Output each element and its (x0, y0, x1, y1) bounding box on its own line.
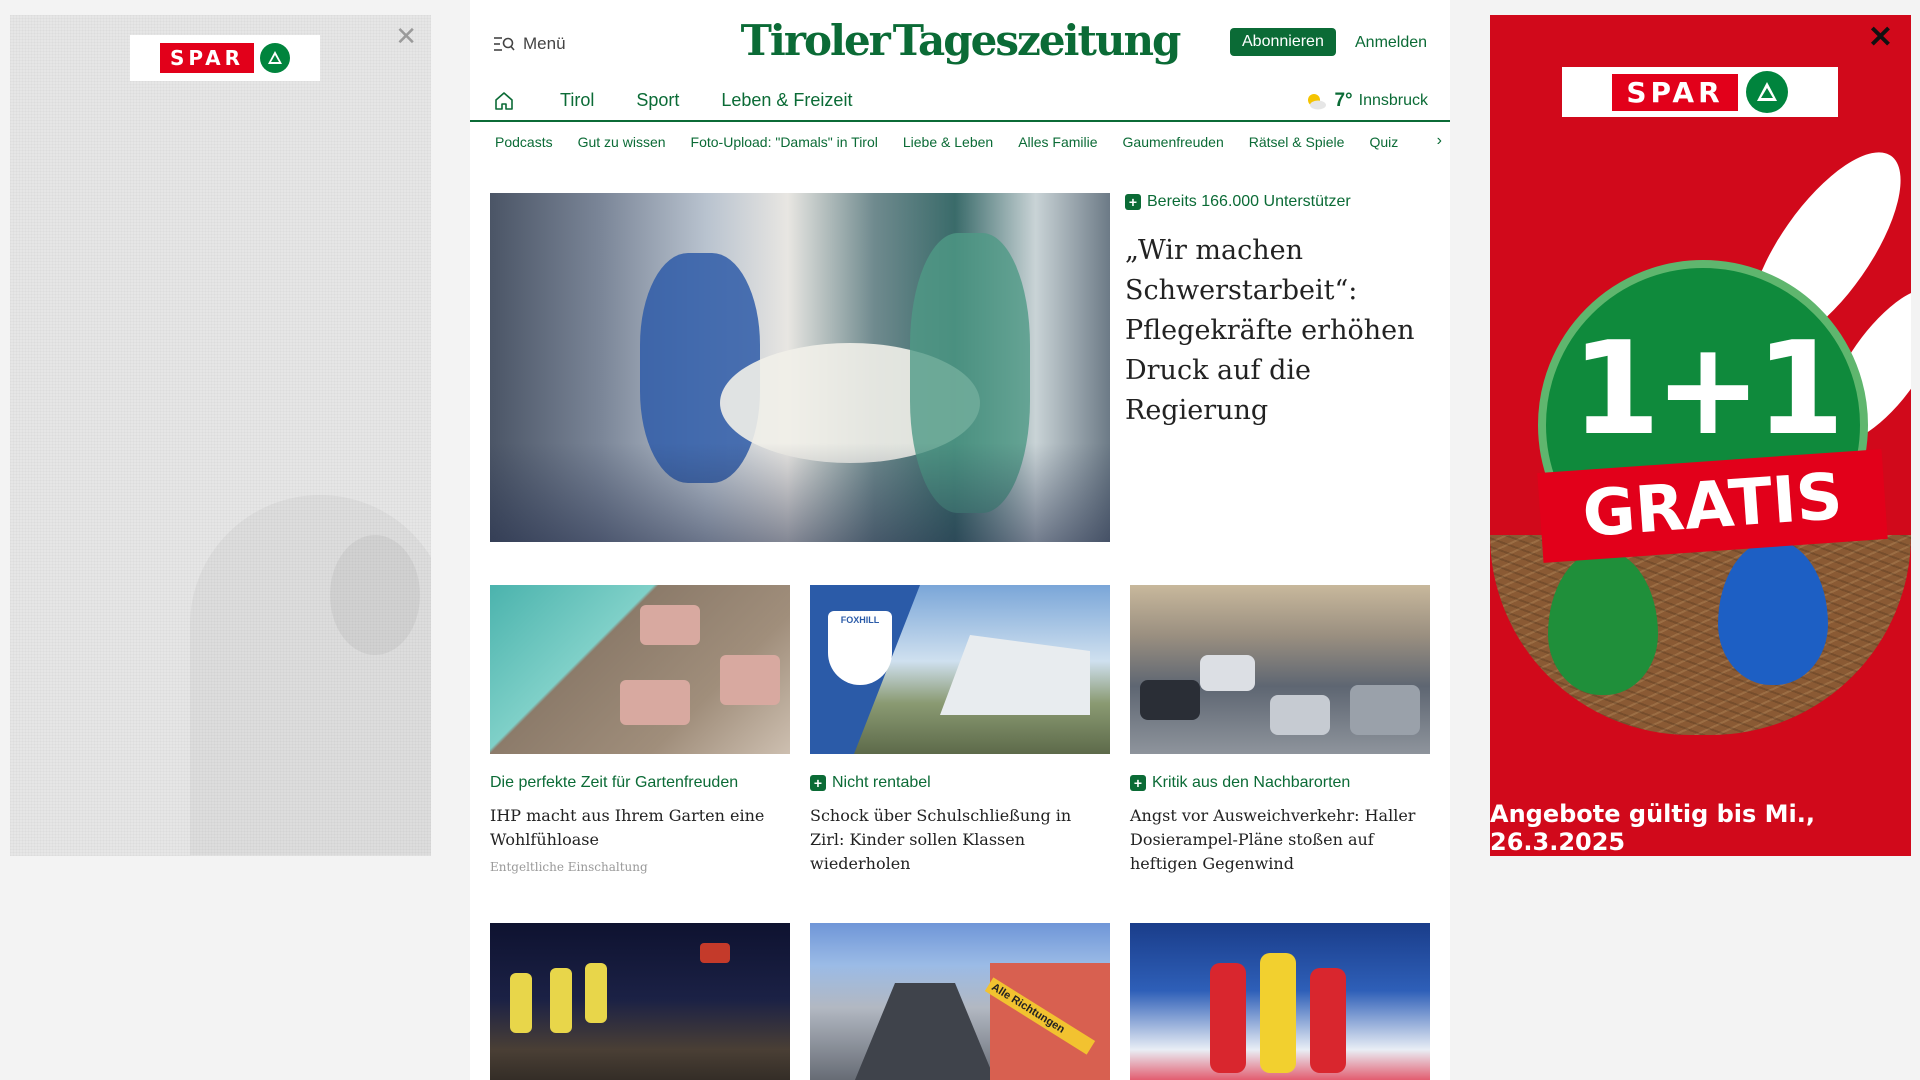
card-kicker-text: Nicht rentabel (832, 774, 931, 791)
garden-image[interactable] (490, 585, 790, 754)
nav-item-tirol[interactable]: Tirol (560, 90, 594, 111)
subnav-item-quiz[interactable]: Quiz (1369, 134, 1398, 150)
subnav-item-gaumenfreuden[interactable]: Gaumenfreuden (1123, 134, 1224, 150)
hero-floor-shape (490, 443, 1110, 542)
stairs-image[interactable]: Alle Richtungen (810, 923, 1110, 1080)
home-icon[interactable] (493, 90, 515, 112)
login-link[interactable]: Anmelden (1355, 34, 1427, 52)
sponsored-note: Entgeltliche Einschaltung (490, 860, 648, 874)
subscribe-button[interactable]: Abonnieren (1230, 28, 1336, 56)
spar-tree-icon (1745, 71, 1788, 113)
hero-kicker-text: Bereits 166.000 Unterstützer (1147, 193, 1351, 210)
article-card[interactable]: Die perfekte Zeit für Gartenfreuden IHP … (490, 585, 790, 874)
subnav-item-foto-upload[interactable]: Foto-Upload: "Damals" in Tirol (691, 134, 878, 150)
ski-podium-image[interactable] (1130, 923, 1430, 1080)
card-kicker-text: Kritik aus den Nachbarorten (1152, 774, 1351, 791)
spar-logo: SPAR (1562, 67, 1838, 117)
nav-item-sport[interactable]: Sport (636, 90, 679, 111)
chevron-right-icon[interactable]: › (1437, 132, 1442, 150)
weather-city: Innsbruck (1358, 92, 1428, 109)
nav-item-leben-freizeit[interactable]: Leben & Freizeit (721, 90, 852, 111)
article-card[interactable]: FOXHILL + Nicht rentabel Schock über Sch… (810, 585, 1110, 876)
hero-headline[interactable]: „Wir machen Schwerstarbeit“: Pflegekräft… (1125, 231, 1435, 431)
weather-widget[interactable]: 7° Innsbruck (1302, 90, 1428, 112)
article-card[interactable] (1130, 923, 1430, 1080)
spar-wordmark: SPAR (159, 43, 255, 73)
left-ad-banner[interactable]: SPAR ✕ (10, 15, 431, 856)
crash-scene-image[interactable] (490, 923, 790, 1080)
plus-icon: + (810, 775, 826, 791)
card-headline[interactable]: IHP macht aus Ihrem Garten eine Wohlfühl… (490, 804, 790, 852)
article-card[interactable]: Alle Richtungen (810, 923, 1110, 1080)
card-kicker: Die perfekte Zeit für Gartenfreuden (490, 774, 739, 791)
plus-icon: + (1130, 775, 1146, 791)
hero-article[interactable]: + Bereits 166.000 Unterstützer „Wir mach… (1125, 193, 1435, 431)
card-kicker: + Nicht rentabel (810, 774, 1110, 792)
close-icon[interactable]: ✕ (1868, 23, 1893, 53)
nav-links: Tirol Sport Leben & Freizeit (560, 90, 852, 111)
menu-search-icon (494, 37, 515, 51)
subnav-item-gut-zu-wissen[interactable]: Gut zu wissen (578, 134, 666, 150)
menu-button[interactable]: Menü (493, 34, 566, 54)
spar-tree-icon (260, 43, 291, 73)
logo-text-right: Tageszeitung (892, 15, 1182, 65)
right-ad-banner[interactable]: SPAR ✕ 1+1 GRATIS Angebote gültig bis Mi… (1490, 15, 1911, 856)
traffic-image[interactable] (1130, 585, 1430, 754)
school-sign-text: FOXHILL (840, 615, 880, 625)
main-nav: Tirol Sport Leben & Freizeit 7° Innsbruc… (470, 80, 1450, 122)
hero-kicker: + Bereits 166.000 Unterstützer (1125, 193, 1435, 211)
subnav-item-alles-familie[interactable]: Alles Familie (1018, 134, 1097, 150)
main-content: Menü Tiroler Tageszeitung Abonnieren Anm… (470, 0, 1450, 1080)
close-icon[interactable]: ✕ (395, 23, 417, 49)
plus-icon: + (1125, 194, 1141, 210)
school-image[interactable]: FOXHILL (810, 585, 1110, 754)
hero-image[interactable] (490, 193, 1110, 542)
offer-validity-text: Angebote gültig bis Mi., 26.3.2025 (1490, 800, 1816, 856)
faded-flowers-image (330, 535, 420, 655)
subnav-item-raetsel-spiele[interactable]: Rätsel & Spiele (1249, 134, 1345, 150)
spar-wordmark: SPAR (1612, 73, 1738, 111)
subnav-item-liebe-leben[interactable]: Liebe & Leben (903, 134, 993, 150)
subnav-item-podcasts[interactable]: Podcasts (495, 134, 553, 150)
article-card[interactable] (490, 923, 790, 1080)
article-card[interactable]: + Kritik aus den Nachbarorten Angst vor … (1130, 585, 1430, 876)
promo-number: 1+1 (1571, 315, 1844, 464)
card-headline[interactable]: Angst vor Ausweichverkehr: Haller Dosier… (1130, 804, 1430, 876)
card-kicker: + Kritik aus den Nachbarorten (1130, 774, 1430, 792)
site-logo[interactable]: Tiroler Tageszeitung (741, 12, 1182, 68)
card-headline[interactable]: Schock über Schulschließung in Zirl: Kin… (810, 804, 1110, 876)
weather-temperature: 7° (1334, 90, 1353, 111)
sun-cloud-icon (1308, 94, 1327, 110)
site-header: Menü Tiroler Tageszeitung Abonnieren Anm… (470, 0, 1450, 80)
spar-logo: SPAR (130, 35, 320, 81)
logo-text-left: Tiroler (740, 15, 891, 65)
menu-label: Menü (523, 34, 566, 53)
sub-nav: Podcasts Gut zu wissen Foto-Upload: "Dam… (470, 122, 1450, 162)
